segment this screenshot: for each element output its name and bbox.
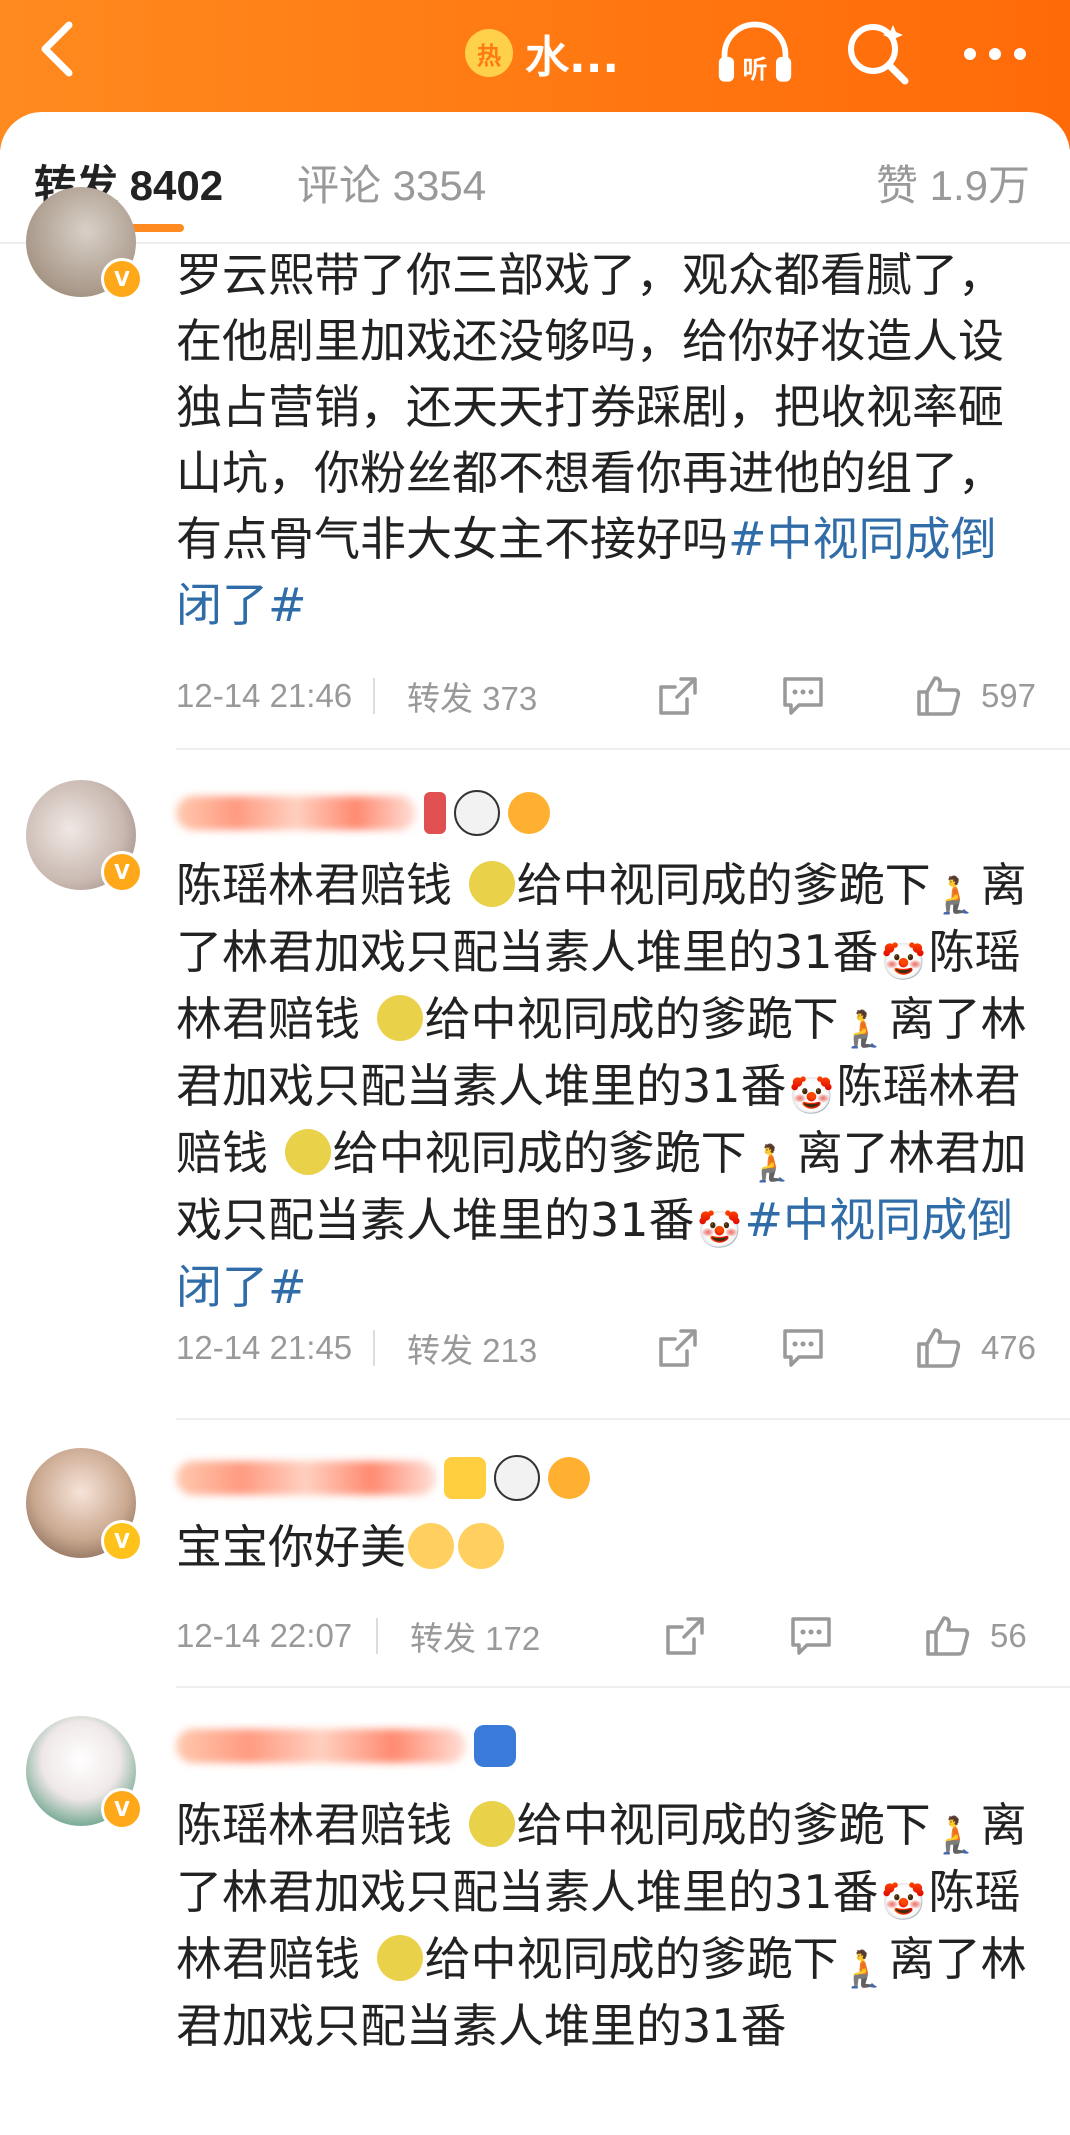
like-icon[interactable] — [914, 1323, 963, 1373]
text-segment: 陈瑶林君赔钱 — [176, 1798, 467, 1852]
item-divider — [176, 1686, 1070, 1688]
sick-face-icon — [284, 1129, 331, 1175]
tab-likes[interactable]: 赞 1.9万 — [876, 152, 1030, 213]
repost-item[interactable]: V 陈瑶林君赔钱 给中视同成的爹跪下🧎离了林君加戏只配当素人堆里的31番🤡陈瑶林… — [0, 780, 1070, 1420]
crown-badge-icon — [444, 1457, 486, 1499]
verified-badge-icon: V — [101, 851, 143, 893]
text-segment: 给中视同成的爹跪下 — [516, 858, 931, 912]
repost-text: 罗云熙带了你三部戏了，观众都看腻了，在他剧里加戏还没够吗，给你好妆造人设独占营销… — [176, 242, 1036, 638]
more-button[interactable] — [955, 18, 1035, 90]
username-redacted — [176, 796, 416, 830]
repost-item[interactable]: V 宝宝你好美 12-14 22:07 转发 172 56 — [0, 1448, 1070, 1688]
repost-meta: 12-14 21:46 转发 373 597 — [176, 668, 1036, 724]
topic-title-area[interactable]: 热 水... — [465, 18, 619, 88]
text-segment: 给中视同成的爹跪下 — [424, 992, 839, 1046]
timestamp: 12-14 21:46 — [176, 677, 353, 714]
text-segment: 给中视同成的爹跪下 — [424, 1932, 839, 1986]
sick-face-icon — [376, 1935, 423, 1981]
share-icon[interactable] — [660, 1611, 710, 1661]
clown-face-icon: 🤡 — [789, 1076, 834, 1117]
verified-badge-icon: V — [101, 258, 143, 300]
text-segment: 给中视同成的爹跪下 — [516, 1798, 931, 1852]
repost-body: 宝宝你好美 — [176, 1520, 406, 1574]
repost-count[interactable]: 转发 172 — [410, 1612, 660, 1660]
clown-face-icon: 🤡 — [881, 1882, 926, 1923]
repost-meta: 12-14 22:07 转发 172 56 — [176, 1608, 1036, 1664]
comment-icon[interactable] — [778, 1323, 827, 1373]
timestamp: 12-14 21:45 — [176, 1329, 353, 1366]
clown-face-icon: 🤡 — [881, 942, 926, 983]
share-icon[interactable] — [653, 1323, 702, 1373]
item-divider — [176, 1418, 1070, 1420]
comment-icon[interactable] — [786, 1611, 836, 1661]
username[interactable] — [176, 788, 550, 838]
badge-icon — [424, 792, 446, 834]
verified-badge-icon: V — [101, 1788, 143, 1830]
meta-divider — [372, 1330, 375, 1366]
username[interactable] — [176, 1721, 516, 1771]
item-divider — [176, 748, 1070, 750]
repost-item[interactable]: V 罗云熙带了你三部戏了，观众都看腻了，在他剧里加戏还没够吗，给你好妆造人设独占… — [0, 187, 1070, 748]
listen-label: 听 — [743, 55, 768, 84]
search-button[interactable] — [838, 18, 918, 90]
kneeling-person-icon: 🧎 — [933, 875, 979, 916]
listen-button[interactable]: 听 — [715, 18, 795, 90]
more-dots-icon — [964, 48, 1026, 60]
repost-count[interactable]: 转发 373 — [407, 672, 653, 720]
panda-icon — [454, 790, 500, 836]
shield-badge-icon — [474, 1725, 516, 1767]
clown-face-icon: 🤡 — [697, 1210, 742, 1251]
repost-item[interactable]: V 陈瑶林君赔钱 给中视同成的爹跪下🧎离了林君加戏只配当素人堆里的31番🤡陈瑶林… — [0, 1716, 1070, 2135]
share-icon[interactable] — [653, 671, 702, 721]
sick-face-icon — [376, 995, 423, 1041]
kneeling-person-icon: 🧎 — [749, 1143, 795, 1184]
kneeling-person-icon: 🧎 — [841, 1949, 887, 1990]
hot-badge-icon: 热 — [465, 29, 513, 77]
repost-meta: 12-14 21:45 转发 213 476 — [176, 1320, 1036, 1376]
tab-bar: 转发 8402 评论 3354 赞 1.9万 — [0, 112, 1070, 244]
fish-badge-icon — [508, 792, 550, 834]
repost-count[interactable]: 转发 213 — [407, 1324, 653, 1372]
meta-divider — [376, 1618, 378, 1654]
sick-face-icon — [468, 1801, 515, 1847]
kneeling-person-icon: 🧎 — [841, 1009, 887, 1050]
verified-badge-icon: V — [101, 1520, 143, 1562]
listen-headphones-icon: 听 — [718, 21, 792, 84]
username-redacted — [176, 1729, 466, 1763]
panda-icon — [494, 1455, 540, 1501]
repost-text: 陈瑶林君赔钱 给中视同成的爹跪下🧎离了林君加戏只配当素人堆里的31番🤡陈瑶林君赔… — [176, 852, 1036, 1320]
fish-badge-icon — [548, 1457, 590, 1499]
timestamp: 12-14 22:07 — [176, 1617, 353, 1654]
text-segment: 陈瑶林君赔钱 — [176, 858, 467, 912]
back-chevron-icon — [41, 21, 73, 77]
search-icon — [848, 24, 909, 85]
username[interactable] — [176, 1453, 590, 1503]
adoring-face-icon — [408, 1523, 454, 1569]
like-icon[interactable] — [922, 1611, 972, 1661]
sick-face-icon — [468, 861, 515, 907]
username-redacted — [176, 1461, 436, 1495]
repost-text: 宝宝你好美 — [176, 1514, 1036, 1580]
back-button[interactable] — [22, 14, 92, 84]
meta-divider — [372, 678, 375, 714]
tab-comments[interactable]: 评论 3354 — [297, 152, 486, 213]
repost-text: 陈瑶林君赔钱 给中视同成的爹跪下🧎离了林君加戏只配当素人堆里的31番🤡陈瑶林君赔… — [176, 1792, 1036, 2059]
page-title: 水... — [525, 32, 620, 83]
like-count: 597 — [980, 677, 1036, 714]
like-count: 476 — [980, 1329, 1036, 1366]
kneeling-person-icon: 🧎 — [933, 1815, 979, 1856]
like-count: 56 — [990, 1617, 1027, 1654]
text-segment: 给中视同成的爹跪下 — [332, 1126, 747, 1180]
like-icon[interactable] — [914, 671, 963, 721]
adoring-face-icon — [458, 1523, 504, 1569]
comment-icon[interactable] — [778, 671, 827, 721]
